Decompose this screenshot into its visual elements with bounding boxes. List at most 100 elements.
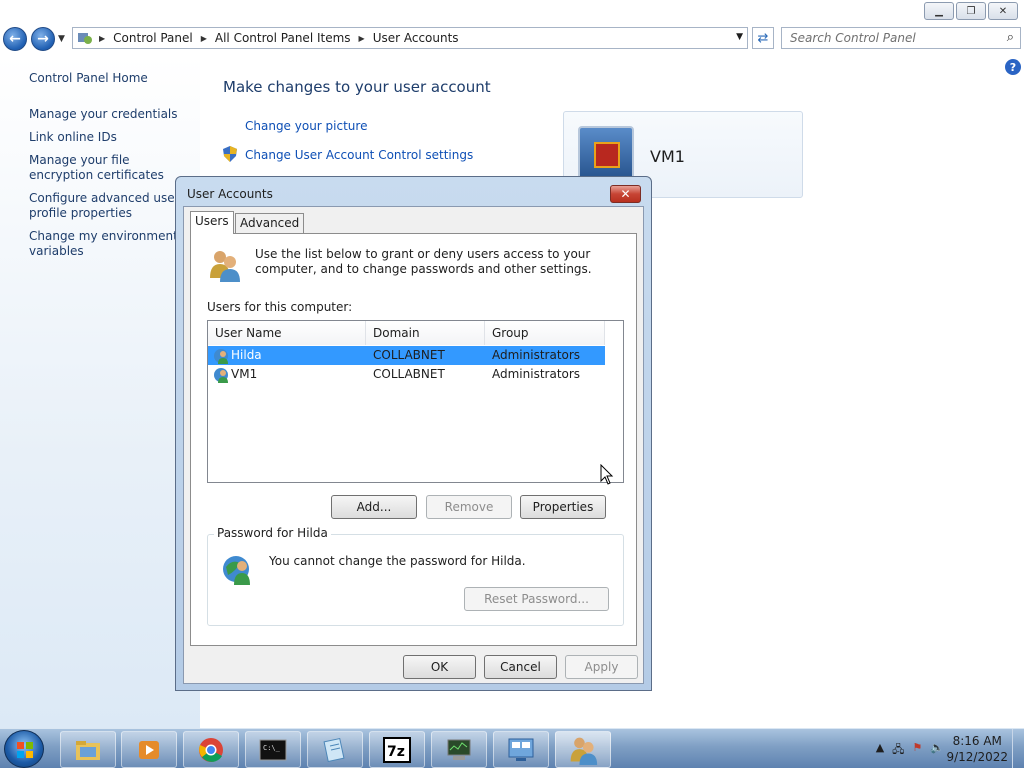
forward-button[interactable]: → [31,27,55,51]
users-group-icon [210,251,240,282]
users-list-label: Users for this computer: [207,300,353,314]
action-center-icon[interactable]: ⚑ [912,741,922,760]
add-user-button[interactable]: Add... [331,495,417,519]
taskbar-network-monitor[interactable] [431,731,487,768]
manage-credentials-link[interactable]: Manage your credentials [29,107,189,122]
uac-settings-link[interactable]: Change User Account Control settings [245,148,473,162]
user-domain-cell: COLLABNET [373,348,445,362]
user-group-cell: Administrators [492,348,581,362]
media-player-icon [139,740,159,759]
breadcrumb-separator-icon: ▶ [99,33,106,43]
advanced-profile-link[interactable]: Configure advanced user profile properti… [29,191,189,221]
column-header-group[interactable]: Group [485,321,605,345]
user-accounts-icon [570,737,598,765]
breadcrumb-control-panel[interactable]: Control Panel [113,31,193,45]
dialog-close-button[interactable]: ✕ [610,185,641,203]
users-list[interactable]: User Name Domain Group Hilda COLLABNET A… [207,320,624,483]
remove-user-button[interactable]: Remove [426,495,512,519]
minimize-icon: ▁ [935,5,943,17]
windows-logo-icon [17,742,33,758]
recent-pages-dropdown[interactable]: ▼ [58,34,65,44]
change-picture-link[interactable]: Change your picture [245,119,367,133]
command-prompt-icon: C:\_ [259,739,287,760]
cancel-button[interactable]: Cancel [484,655,557,679]
taskbar-chrome[interactable] [183,731,239,768]
forward-arrow-icon: → [37,31,49,47]
control-panel-icon [508,738,534,761]
close-icon: ✕ [620,187,631,201]
back-button[interactable]: ← [3,27,27,51]
breadcrumb-separator-icon: ▶ [358,33,365,43]
minimize-button[interactable]: ▁ [924,2,954,20]
users-tab-panel: Use the list below to grant or deny user… [190,233,637,646]
users-intro-text: Use the list below to grant or deny user… [255,247,592,276]
taskbar-user-accounts[interactable] [555,731,611,768]
control-panel-icon [78,33,92,44]
window-controls: ▁ ❐ ✕ [924,2,1018,20]
refresh-icon: ⇄ [757,30,769,46]
clock[interactable]: 8:16 AM 9/12/2022 [946,733,1008,765]
clock-time: 8:16 AM [952,734,1002,748]
refresh-button[interactable]: ⇄ [752,27,774,49]
file-encryption-link[interactable]: Manage your file encryption certificates [29,153,189,183]
close-window-button[interactable]: ✕ [988,2,1018,20]
breadcrumb-separator-icon: ▶ [200,33,207,43]
user-name-cell: Hilda [231,348,262,362]
reset-password-button[interactable]: Reset Password... [464,587,609,611]
environment-variables-link[interactable]: Change my environment variables [29,229,189,259]
breadcrumb-all-items[interactable]: All Control Panel Items [215,31,351,45]
volume-icon[interactable]: 🔈 [930,741,944,760]
tab-advanced[interactable]: Advanced [235,213,305,233]
user-row-vm1[interactable]: VM1 COLLABNET Administrators [208,365,605,384]
column-header-user-name[interactable]: User Name [208,321,366,345]
window-caption-bar: ▁ ❐ ✕ [0,0,1024,26]
user-row-hilda[interactable]: Hilda COLLABNET Administrators [208,346,605,365]
taskbar: C:\_ 7z ▲ 🖧 ⚑ 🔈 8:16 AM 9/12/2022 [0,728,1024,768]
account-picture[interactable] [578,126,634,182]
properties-button[interactable]: Properties [520,495,606,519]
password-message: You cannot change the password for Hilda… [269,554,526,568]
clock-date: 9/12/2022 [946,750,1008,764]
network-icon[interactable]: 🖧 [892,741,904,760]
page-title: Make changes to your user account [223,78,491,96]
taskbar-command-prompt[interactable]: C:\_ [245,731,301,768]
address-bar[interactable]: ▶ Control Panel ▶ All Control Panel Item… [72,27,748,49]
dialog-title: User Accounts [187,187,273,201]
restore-button[interactable]: ❐ [956,2,986,20]
close-icon: ✕ [998,5,1008,17]
account-picture-icon [594,142,620,168]
password-group: Password for Hilda You cannot change the… [207,526,624,626]
taskbar-media-player[interactable] [121,731,177,768]
password-group-label: Password for Hilda [214,526,331,540]
help-icon[interactable]: ? [1005,59,1021,75]
taskbar-7zip[interactable]: 7z [369,731,425,768]
ok-button[interactable]: OK [403,655,476,679]
folder-icon [76,740,100,760]
tab-users[interactable]: Users [190,211,234,234]
control-panel-home-link[interactable]: Control Panel Home [29,71,189,86]
taskbar-notepad[interactable] [307,731,363,768]
user-accounts-dialog: User Accounts ✕ Users Advanced Use the l… [175,176,652,691]
show-hidden-icons-icon[interactable]: ▲ [876,741,884,760]
left-navigation-pane: Control Panel Home Manage your credentia… [0,56,200,728]
system-tray: ▲ 🖧 ⚑ 🔈 [876,741,944,760]
svg-text:7z: 7z [387,744,405,760]
breadcrumb-user-accounts[interactable]: User Accounts [373,31,459,45]
taskbar-control-panel[interactable] [493,731,549,768]
start-button[interactable] [4,730,44,768]
user-icon [214,349,228,364]
address-dropdown-icon[interactable]: ▼ [736,32,743,42]
svg-text:C:\_: C:\_ [263,744,281,752]
search-input[interactable]: Search Control Panel ⌕ [781,27,1021,49]
link-online-ids-link[interactable]: Link online IDs [29,130,189,145]
apply-button[interactable]: Apply [565,655,638,679]
chrome-icon [199,737,223,762]
column-header-domain[interactable]: Domain [366,321,485,345]
user-account-icon [223,556,250,585]
show-desktop-button[interactable] [1012,729,1024,768]
taskbar-explorer[interactable] [60,731,116,768]
account-name: VM1 [650,147,685,166]
uac-shield-icon [223,146,237,162]
search-icon[interactable]: ⌕ [1007,30,1014,45]
restore-icon: ❐ [966,5,976,17]
